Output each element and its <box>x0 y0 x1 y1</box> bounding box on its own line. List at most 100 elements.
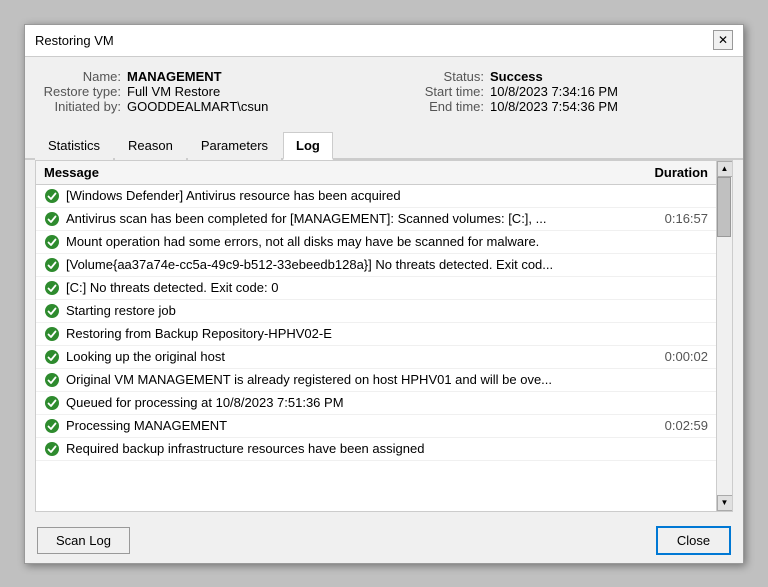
status-value: Success <box>490 69 543 84</box>
log-duration-cell: 0:16:57 <box>636 207 716 230</box>
log-message-cell: Restoring from Backup Repository-HPHV02-… <box>36 322 636 345</box>
success-icon <box>44 211 60 227</box>
log-row: [C:] No threats detected. Exit code: 0 <box>36 276 716 299</box>
scroll-down-arrow[interactable]: ▼ <box>717 495 733 511</box>
log-scroll-area[interactable]: Message Duration [Windows Defender] Anti… <box>36 161 716 511</box>
log-row: Starting restore job <box>36 299 716 322</box>
log-message-cell: Antivirus scan has been completed for [M… <box>36 207 636 230</box>
log-message-text: Queued for processing at 10/8/2023 7:51:… <box>66 395 344 410</box>
end-time-value: 10/8/2023 7:54:36 PM <box>490 99 618 114</box>
log-message-text: [Volume{aa37a74e-cc5a-49c9-b512-33ebeedb… <box>66 257 553 272</box>
col-message-header: Message <box>36 161 636 185</box>
close-button[interactable]: Close <box>656 526 731 555</box>
name-label: Name: <box>41 69 121 84</box>
restore-type-row: Restore type: Full VM Restore <box>41 84 374 99</box>
title-bar: Restoring VM ✕ <box>25 25 743 57</box>
log-row: Mount operation had some errors, not all… <box>36 230 716 253</box>
success-icon <box>44 326 60 342</box>
log-message-cell: [C:] No threats detected. Exit code: 0 <box>36 276 636 299</box>
start-time-row: Start time: 10/8/2023 7:34:16 PM <box>394 84 727 99</box>
success-icon <box>44 234 60 250</box>
name-row: Name: MANAGEMENT <box>41 69 374 84</box>
tab-parameters[interactable]: Parameters <box>188 132 281 160</box>
log-message-text: Restoring from Backup Repository-HPHV02-… <box>66 326 332 341</box>
scan-log-button[interactable]: Scan Log <box>37 527 130 554</box>
log-message-text: [Windows Defender] Antivirus resource ha… <box>66 188 401 203</box>
initiated-by-row: Initiated by: GOODDEALMART\csun <box>41 99 374 114</box>
restoring-vm-dialog: Restoring VM ✕ Name: MANAGEMENT Restore … <box>24 24 744 564</box>
restore-type-value: Full VM Restore <box>127 84 220 99</box>
log-message-text: Original VM MANAGEMENT is already regist… <box>66 372 552 387</box>
log-row: Antivirus scan has been completed for [M… <box>36 207 716 230</box>
log-duration-cell <box>636 437 716 460</box>
start-time-value: 10/8/2023 7:34:16 PM <box>490 84 618 99</box>
scrollbar-thumb[interactable] <box>717 177 731 237</box>
tab-statistics[interactable]: Statistics <box>35 132 113 160</box>
log-message-cell: Mount operation had some errors, not all… <box>36 230 636 253</box>
log-message-cell: Queued for processing at 10/8/2023 7:51:… <box>36 391 636 414</box>
log-duration-cell: 0:00:02 <box>636 345 716 368</box>
dialog-title: Restoring VM <box>35 33 114 48</box>
log-message-text: Mount operation had some errors, not all… <box>66 234 539 249</box>
initiated-by-value: GOODDEALMART\csun <box>127 99 268 114</box>
success-icon <box>44 303 60 319</box>
log-message-cell: Original VM MANAGEMENT is already regist… <box>36 368 636 391</box>
success-icon <box>44 441 60 457</box>
name-value: MANAGEMENT <box>127 69 222 84</box>
log-message-text: Looking up the original host <box>66 349 225 364</box>
log-message-cell: Required backup infrastructure resources… <box>36 437 636 460</box>
log-message-text: Starting restore job <box>66 303 176 318</box>
tab-reason[interactable]: Reason <box>115 132 186 160</box>
log-message-cell: [Volume{aa37a74e-cc5a-49c9-b512-33ebeedb… <box>36 253 636 276</box>
success-icon <box>44 257 60 273</box>
log-row: Looking up the original host 0:00:02 <box>36 345 716 368</box>
log-table: Message Duration [Windows Defender] Anti… <box>36 161 716 461</box>
scrollbar-track: ▲ ▼ <box>716 161 732 511</box>
start-time-label: Start time: <box>394 84 484 99</box>
log-message-cell: Processing MANAGEMENT <box>36 414 636 437</box>
success-icon <box>44 280 60 296</box>
log-row: Processing MANAGEMENT 0:02:59 <box>36 414 716 437</box>
log-message-cell: Looking up the original host <box>36 345 636 368</box>
success-icon <box>44 395 60 411</box>
log-message-text: Required backup infrastructure resources… <box>66 441 424 456</box>
log-section: Message Duration [Windows Defender] Anti… <box>35 160 733 512</box>
log-duration-cell <box>636 299 716 322</box>
log-duration-cell <box>636 322 716 345</box>
log-row: Required backup infrastructure resources… <box>36 437 716 460</box>
status-row: Status: Success <box>394 69 727 84</box>
initiated-by-label: Initiated by: <box>41 99 121 114</box>
success-icon <box>44 349 60 365</box>
tab-log[interactable]: Log <box>283 132 333 160</box>
status-label: Status: <box>394 69 484 84</box>
success-icon <box>44 188 60 204</box>
tabs-bar: Statistics Reason Parameters Log <box>25 130 743 160</box>
log-duration-cell <box>636 253 716 276</box>
end-time-row: End time: 10/8/2023 7:54:36 PM <box>394 99 727 114</box>
scrollbar-thumb-area <box>717 177 732 495</box>
log-message-text: Processing MANAGEMENT <box>66 418 227 433</box>
log-duration-cell <box>636 391 716 414</box>
log-row: Restoring from Backup Repository-HPHV02-… <box>36 322 716 345</box>
log-message-text: [C:] No threats detected. Exit code: 0 <box>66 280 278 295</box>
log-message-cell: [Windows Defender] Antivirus resource ha… <box>36 184 636 207</box>
log-duration-cell <box>636 276 716 299</box>
scroll-up-arrow[interactable]: ▲ <box>717 161 733 177</box>
dialog-close-button[interactable]: ✕ <box>713 30 733 50</box>
end-time-label: End time: <box>394 99 484 114</box>
log-duration-cell <box>636 184 716 207</box>
info-section: Name: MANAGEMENT Restore type: Full VM R… <box>25 57 743 126</box>
restore-type-label: Restore type: <box>41 84 121 99</box>
success-icon <box>44 418 60 434</box>
log-row: Original VM MANAGEMENT is already regist… <box>36 368 716 391</box>
log-message-cell: Starting restore job <box>36 299 636 322</box>
log-duration-cell <box>636 230 716 253</box>
log-duration-cell: 0:02:59 <box>636 414 716 437</box>
log-row: [Windows Defender] Antivirus resource ha… <box>36 184 716 207</box>
success-icon <box>44 372 60 388</box>
col-duration-header: Duration <box>636 161 716 185</box>
log-row: Queued for processing at 10/8/2023 7:51:… <box>36 391 716 414</box>
log-message-text: Antivirus scan has been completed for [M… <box>66 211 546 226</box>
log-duration-cell <box>636 368 716 391</box>
log-row: [Volume{aa37a74e-cc5a-49c9-b512-33ebeedb… <box>36 253 716 276</box>
